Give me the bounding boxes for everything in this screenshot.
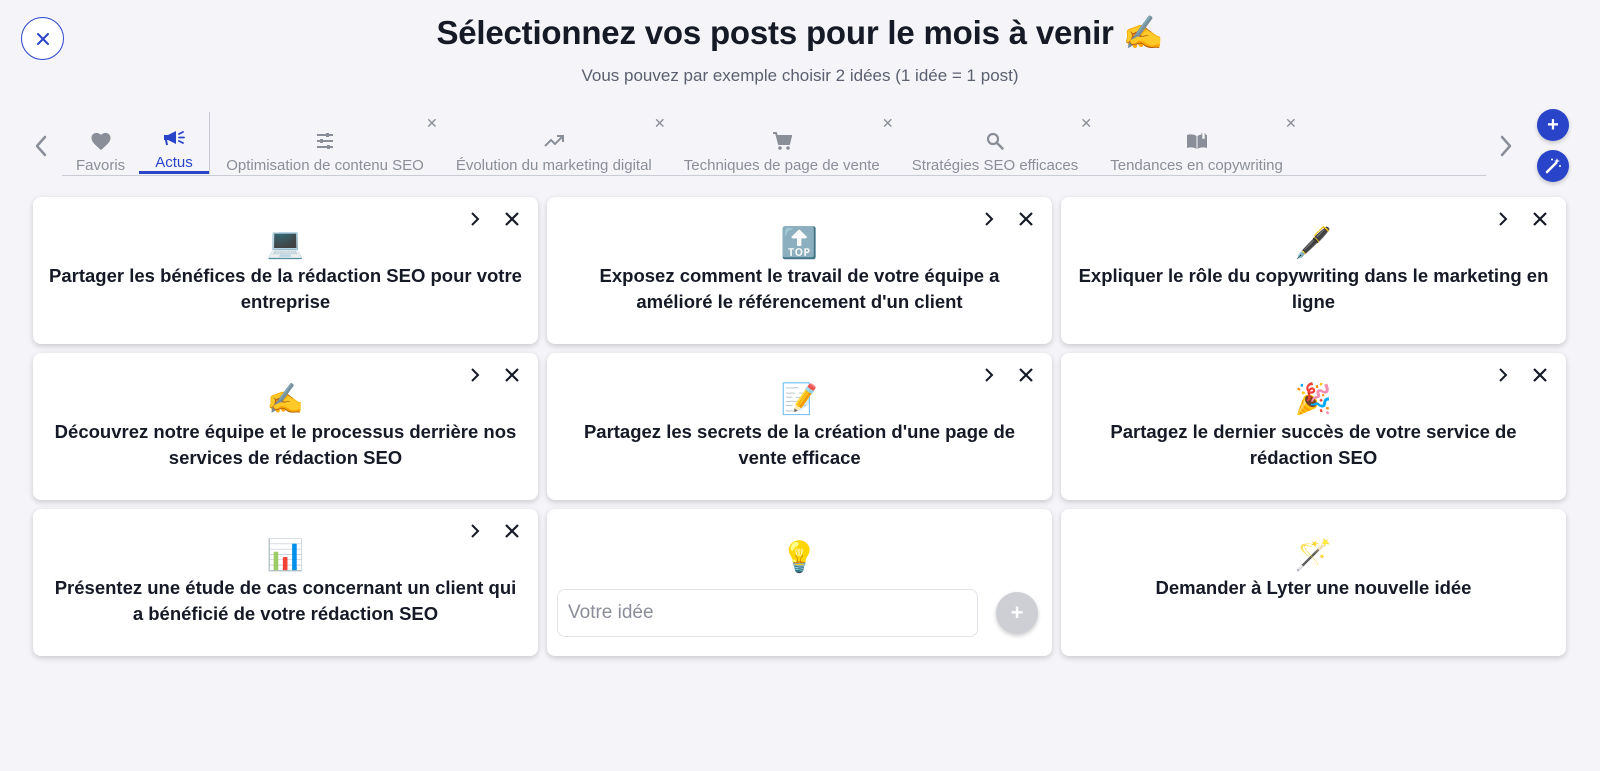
idea-card[interactable]: 📊 Présentez une étude de cas concernant …: [33, 509, 538, 656]
magic-wand-icon: [1545, 158, 1561, 174]
idea-text: Présentez une étude de cas concernant un…: [54, 577, 517, 624]
close-icon[interactable]: [1530, 365, 1550, 385]
tab-optimisation-seo[interactable]: Optimisation de contenu SEO ✕: [210, 112, 440, 175]
idea-text: Partager les bénéfices de la rédaction S…: [49, 265, 522, 312]
top-arrow-icon: 🔝: [780, 226, 819, 260]
chevron-right-icon[interactable]: [465, 521, 485, 541]
chevron-right-icon[interactable]: [979, 209, 999, 229]
tab-label: Techniques de page de vente: [683, 157, 880, 174]
plus-icon: +: [1010, 600, 1024, 625]
tab-strategies-seo[interactable]: Stratégies SEO efficaces ✕: [896, 112, 1094, 175]
search-icon: [986, 129, 1004, 153]
bar-chart-icon: 📊: [266, 538, 305, 572]
idea-text: Expliquer le rôle du copywriting dans le…: [1078, 265, 1549, 312]
tabs-next-button[interactable]: [1494, 128, 1518, 164]
idea-card[interactable]: 🖋️ Expliquer le rôle du copywriting dans…: [1061, 197, 1566, 344]
tab-evolution-marketing[interactable]: Évolution du marketing digital ✕: [440, 112, 668, 175]
plus-icon: +: [1547, 113, 1559, 136]
add-idea-button[interactable]: +: [996, 592, 1038, 634]
tab-close-icon[interactable]: ✕: [1078, 115, 1094, 131]
idea-text: Partagez les secrets de la création d'un…: [583, 421, 1016, 468]
fountain-pen-icon: 🖋️: [1294, 226, 1333, 260]
tab-page-de-vente[interactable]: Techniques de page de vente ✕: [668, 112, 896, 175]
chevron-right-icon[interactable]: [979, 365, 999, 385]
trending-up-icon: [544, 129, 564, 153]
tab-close-icon[interactable]: ✕: [880, 115, 896, 131]
add-topic-button[interactable]: +: [1537, 109, 1569, 141]
tabs-prev-button[interactable]: [29, 128, 53, 164]
close-icon[interactable]: [502, 365, 522, 385]
chevron-right-icon[interactable]: [465, 365, 485, 385]
party-popper-icon: 🎉: [1294, 382, 1333, 416]
idea-text: Partagez le dernier succès de votre serv…: [1110, 421, 1517, 468]
laptop-icon: 💻: [266, 226, 305, 260]
chevron-right-icon[interactable]: [465, 209, 485, 229]
tab-close-icon[interactable]: ✕: [652, 115, 668, 131]
chevron-right-icon[interactable]: [1493, 209, 1513, 229]
chevron-left-icon: [35, 135, 47, 157]
lightbulb-icon: 💡: [780, 540, 819, 574]
topic-tabs: Favoris Actus Optimisation de contenu SE…: [62, 112, 1486, 176]
close-icon[interactable]: [1016, 365, 1036, 385]
idea-input[interactable]: [557, 589, 978, 637]
megaphone-icon: [162, 126, 186, 150]
chevron-right-icon[interactable]: [1493, 365, 1513, 385]
tab-label: Évolution du marketing digital: [455, 157, 652, 174]
tab-actus[interactable]: Actus: [139, 112, 209, 174]
tab-label: Actus: [155, 154, 193, 171]
page-title: Sélectionnez vos posts pour le mois à ve…: [436, 14, 1164, 51]
idea-card[interactable]: ✍️ Découvrez notre équipe et le processu…: [33, 353, 538, 500]
book-icon: [1186, 129, 1208, 153]
idea-text: Exposez comment le travail de votre équi…: [599, 265, 1000, 312]
tab-tendances-copywriting[interactable]: Tendances en copywriting ✕: [1094, 112, 1299, 175]
ask-new-idea-card[interactable]: 🪄 Demander à Lyter une nouvelle idée: [1061, 509, 1566, 656]
tab-label: Favoris: [76, 157, 126, 174]
tab-label: Tendances en copywriting: [1110, 157, 1283, 174]
ask-new-idea-label: Demander à Lyter une nouvelle idée: [1155, 577, 1472, 598]
sliders-icon: [316, 129, 334, 153]
idea-card[interactable]: 🔝 Exposez comment le travail de votre éq…: [547, 197, 1052, 344]
ideas-grid: 💻 Partager les bénéfices de la rédaction…: [33, 197, 1566, 656]
cart-icon: [772, 129, 792, 153]
chevron-right-icon: [1500, 135, 1512, 157]
close-icon[interactable]: [1530, 209, 1550, 229]
memo-icon: 📝: [780, 382, 819, 416]
tab-label: Optimisation de contenu SEO: [226, 157, 424, 174]
custom-idea-card: 💡 +: [547, 509, 1052, 656]
page-subtitle: Vous pouvez par exemple choisir 2 idées …: [581, 66, 1019, 85]
writing-hand-icon: ✍️: [266, 382, 305, 416]
idea-text: Découvrez notre équipe et le processus d…: [54, 421, 517, 468]
close-icon[interactable]: [502, 521, 522, 541]
tab-label: Stratégies SEO efficaces: [911, 157, 1079, 174]
idea-card[interactable]: 💻 Partager les bénéfices de la rédaction…: [33, 197, 538, 344]
tab-favoris[interactable]: Favoris: [62, 112, 139, 174]
magic-generate-button[interactable]: [1537, 150, 1569, 182]
close-icon[interactable]: [502, 209, 522, 229]
idea-card[interactable]: 📝 Partagez les secrets de la création d'…: [547, 353, 1052, 500]
tab-close-icon[interactable]: ✕: [424, 115, 440, 131]
tab-close-icon[interactable]: ✕: [1283, 115, 1299, 131]
idea-card[interactable]: 🎉 Partagez le dernier succès de votre se…: [1061, 353, 1566, 500]
magic-wand-icon: 🪄: [1294, 538, 1333, 572]
close-icon[interactable]: [1016, 209, 1036, 229]
heart-icon: [90, 129, 112, 153]
